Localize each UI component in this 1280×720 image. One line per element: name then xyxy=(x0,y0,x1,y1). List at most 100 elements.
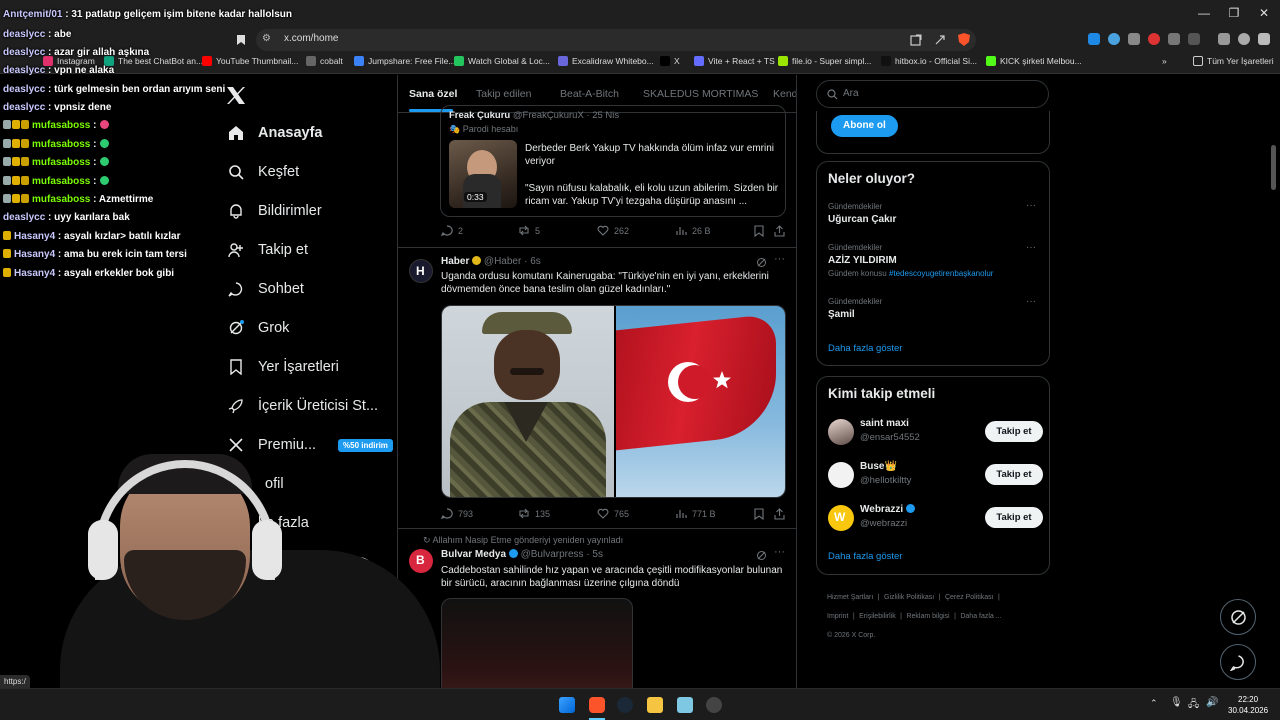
tab-following[interactable]: Takip edilen xyxy=(476,88,531,100)
site-info-icon[interactable]: ⚙ xyxy=(262,33,271,44)
chat-username[interactable]: deaslycc xyxy=(3,65,45,76)
url-box[interactable] xyxy=(256,29,976,51)
grok-floating-button[interactable] xyxy=(1220,599,1256,635)
all-bookmarks-button[interactable]: Tüm Yer İşaretleri xyxy=(1193,56,1274,66)
chat-username[interactable]: Anıtçemit/01 xyxy=(3,9,62,20)
chat-username[interactable]: Hasany4 xyxy=(14,268,55,279)
more-options-icon[interactable]: ··· xyxy=(774,546,785,558)
share-icon[interactable] xyxy=(774,508,785,520)
bookmark-item[interactable]: X xyxy=(660,56,680,66)
file-explorer-icon[interactable] xyxy=(647,697,663,713)
minimize-icon[interactable]: — xyxy=(1194,6,1214,20)
reply-button[interactable]: 2 xyxy=(441,225,463,236)
retweet-button[interactable]: 5 xyxy=(518,225,540,236)
chat-username[interactable]: deaslycc xyxy=(3,84,45,95)
chat-username[interactable]: deaslycc xyxy=(3,102,45,113)
nav-creator-studio[interactable]: İçerik Üreticisi St... xyxy=(228,398,378,414)
share-icon[interactable] xyxy=(934,34,946,46)
footer-link[interactable]: Reklam bilgisi xyxy=(906,613,949,620)
shield-icon[interactable] xyxy=(1238,33,1250,45)
views-button[interactable]: 26 B xyxy=(675,225,711,236)
bookmark-icon[interactable] xyxy=(754,508,764,520)
bookmark-item[interactable]: Excalidraw Whitebo... xyxy=(558,56,654,66)
trend-item[interactable]: Gündemdekiler Uğurcan Çakır xyxy=(828,202,896,225)
grok-icon[interactable] xyxy=(756,550,767,561)
nav-follow[interactable]: Takip et xyxy=(228,242,308,258)
trend-item[interactable]: Gündemdekiler AZİZ YILDIRIM Gündem konus… xyxy=(828,243,993,278)
footer-link[interactable]: Imprint xyxy=(827,613,848,620)
extension-icon[interactable] xyxy=(1188,33,1200,45)
bookmark-icon[interactable] xyxy=(754,225,764,237)
follow-button[interactable]: Takip et xyxy=(985,507,1043,528)
trend-item[interactable]: Gündemdekiler Şamil xyxy=(828,297,882,320)
close-icon[interactable]: ✕ xyxy=(1254,6,1274,20)
bookmark-icon[interactable] xyxy=(236,34,246,46)
chat-username[interactable]: mufasaboss xyxy=(32,176,90,187)
start-icon[interactable] xyxy=(559,697,575,713)
suggestion-user[interactable]: Buse👑 @hellotkiltty xyxy=(860,461,911,486)
chat-username[interactable]: Hasany4 xyxy=(14,231,55,242)
tab-list-3[interactable]: Kend xyxy=(773,88,796,100)
avatar[interactable]: H xyxy=(409,259,433,283)
video-thumbnail[interactable]: 0:33 xyxy=(449,140,517,208)
bookmark-item[interactable]: YouTube Thumbnail... xyxy=(202,56,298,66)
bookmark-item[interactable]: hitbox.io - Official Si... xyxy=(881,56,977,66)
chevron-up-icon[interactable]: ⌃ xyxy=(1150,698,1158,709)
repost-text[interactable]: Allahım Nasip Etme gönderiyi yeniden yay… xyxy=(433,535,624,545)
chat-username[interactable]: Hasany4 xyxy=(14,249,55,260)
nav-home[interactable]: Anasayfa xyxy=(228,125,322,141)
chat-username[interactable]: mufasaboss xyxy=(32,139,90,150)
extension-icon[interactable] xyxy=(1148,33,1160,45)
menu-icon[interactable] xyxy=(1258,33,1270,45)
bookmarks-more-button[interactable]: » xyxy=(1162,56,1167,66)
more-options-icon[interactable]: ··· xyxy=(774,253,785,265)
obs-icon[interactable] xyxy=(706,697,722,713)
tab-for-you[interactable]: Sana özel xyxy=(409,88,457,100)
share-icon[interactable] xyxy=(774,225,785,237)
brave-shield-icon[interactable] xyxy=(957,32,971,47)
follow-button[interactable]: Takip et xyxy=(985,464,1043,485)
microphone-icon[interactable]: 🎙 xyxy=(1170,697,1183,708)
views-button[interactable]: 771 B xyxy=(675,508,716,519)
bookmark-item[interactable]: Jumpshare: Free File... xyxy=(354,56,455,66)
photos-icon[interactable] xyxy=(677,697,693,713)
tweet-author[interactable]: Bulvar Medya @Bulvarpress · 5s xyxy=(441,549,603,560)
footer-link[interactable]: Gizlilik Politikası xyxy=(884,594,934,601)
extension-icon[interactable] xyxy=(1108,33,1120,45)
reply-button[interactable]: 793 xyxy=(441,508,473,519)
footer-link[interactable]: Çerez Politikası xyxy=(945,594,994,601)
grok-icon[interactable] xyxy=(756,257,767,268)
chat-username[interactable]: deaslycc xyxy=(3,212,45,223)
chat-username[interactable]: deaslycc xyxy=(3,47,45,58)
chat-username[interactable]: mufasaboss xyxy=(32,157,90,168)
like-button[interactable]: 262 xyxy=(597,225,629,236)
taskbar-clock[interactable]: 22:20 30.04.2026 xyxy=(1228,694,1268,716)
tab-list-2[interactable]: SKALEDUS MORTIMAS xyxy=(643,88,758,100)
nav-grok[interactable]: Grok xyxy=(228,320,289,336)
trend-hashtag[interactable]: #tedescoyugetirenbaşkanolur xyxy=(889,269,994,278)
x-logo-icon[interactable] xyxy=(226,86,246,105)
nav-chat[interactable]: Sohbet xyxy=(228,281,304,297)
steam-icon[interactable] xyxy=(617,697,633,713)
like-button[interactable]: 765 xyxy=(597,508,629,519)
footer-link[interactable]: Erişilebilirlik xyxy=(859,613,896,620)
bookmark-item[interactable]: cobalt xyxy=(306,56,343,66)
footer-link[interactable]: Hizmet Şartları xyxy=(827,594,873,601)
bookmark-item[interactable]: Watch Global & Loc... xyxy=(454,56,550,66)
volume-icon[interactable]: 🔊 xyxy=(1206,697,1218,708)
bookmark-item[interactable]: KICK şirketi Melbou... xyxy=(986,56,1082,66)
page-scrollbar-thumb[interactable] xyxy=(1271,145,1276,190)
nav-explore[interactable]: Keşfet xyxy=(228,164,299,180)
footer-link[interactable]: Daha fazla ... xyxy=(960,613,1001,620)
suggestion-user[interactable]: saint maxi @ensar54552 xyxy=(860,418,920,443)
extension-icon[interactable] xyxy=(1088,33,1100,45)
more-options-icon[interactable]: ··· xyxy=(1026,296,1036,307)
follow-button[interactable]: Takip et xyxy=(985,421,1043,442)
quoted-tweet-card[interactable]: Freak Çukuru @FreakÇukuruX · 25 Nis 🎭 Pa… xyxy=(440,105,786,217)
maximize-icon[interactable]: ❐ xyxy=(1224,6,1244,20)
chat-username[interactable]: mufasaboss xyxy=(32,194,90,205)
more-options-icon[interactable]: ··· xyxy=(1026,200,1036,211)
avatar[interactable] xyxy=(828,462,854,488)
trends-show-more-link[interactable]: Daha fazla göster xyxy=(828,343,902,354)
network-icon[interactable]: 🖧 xyxy=(1188,697,1199,714)
